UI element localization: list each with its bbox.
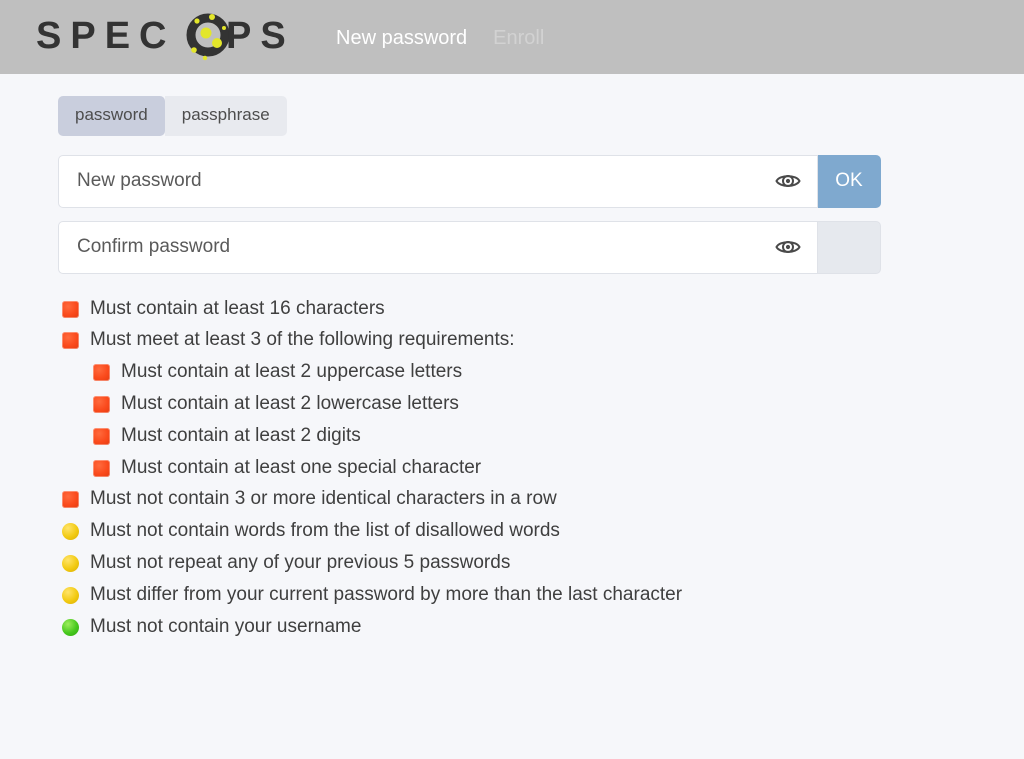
requirement-item: Must not contain your username: [62, 616, 1024, 639]
requirement-item: Must contain at least 16 characters: [62, 298, 1024, 321]
status-fail-icon: [93, 395, 110, 413]
new-password-row: OK: [58, 154, 881, 208]
tab-password[interactable]: password: [58, 96, 165, 136]
eye-icon: [775, 241, 801, 254]
new-password-input-wrap[interactable]: [58, 154, 818, 208]
main-content: password passphrase OK: [0, 74, 1024, 638]
app-header: SPEC PS New password Enroll: [0, 0, 1024, 74]
status-fail-icon: [62, 300, 79, 318]
requirement-label: Must meet at least 3 of the following re…: [90, 329, 515, 351]
requirement-label: Must contain at least one special charac…: [121, 456, 482, 478]
new-password-ok-button[interactable]: OK: [818, 154, 881, 208]
svg-text:PS: PS: [226, 15, 295, 57]
specops-logo-svg: SPEC PS: [36, 13, 295, 61]
confirm-password-row: [58, 220, 881, 274]
status-pass-icon: [62, 618, 79, 636]
requirement-label: Must not contain words from the list of …: [90, 520, 560, 542]
requirement-label: Must not repeat any of your previous 5 p…: [90, 552, 511, 574]
requirement-item: Must not contain words from the list of …: [62, 520, 1024, 543]
requirement-item: Must not repeat any of your previous 5 p…: [62, 552, 1024, 575]
status-fail-icon: [93, 364, 110, 382]
requirement-label: Must contain at least 2 lowercase letter…: [121, 393, 459, 415]
eye-icon-new-password[interactable]: [773, 171, 803, 191]
status-warn-icon: [62, 586, 79, 604]
requirement-label: Must contain at least 2 digits: [121, 424, 361, 446]
requirement-item: Must not contain 3 or more identical cha…: [62, 488, 1024, 511]
requirement-item: Must contain at least 2 uppercase letter…: [93, 361, 1024, 384]
requirement-item: Must contain at least 2 lowercase letter…: [93, 393, 1024, 416]
mode-tabs: password passphrase: [58, 96, 1024, 136]
status-fail-icon: [62, 332, 79, 350]
status-warn-icon: [62, 554, 79, 572]
nav-link-enroll[interactable]: Enroll: [493, 27, 544, 50]
confirm-password-ok-button: [818, 220, 881, 274]
requirement-label: Must not contain 3 or more identical cha…: [90, 488, 557, 510]
confirm-password-input[interactable]: [75, 220, 773, 274]
requirement-label: Must contain at least 2 uppercase letter…: [121, 361, 463, 383]
requirement-item: Must differ from your current password b…: [62, 584, 1024, 607]
tab-passphrase[interactable]: passphrase: [164, 96, 287, 136]
eye-icon-confirm-password[interactable]: [773, 237, 803, 257]
svg-text:SPEC: SPEC: [36, 15, 175, 57]
header-nav: New password Enroll: [336, 27, 544, 50]
new-password-input[interactable]: [75, 154, 773, 208]
status-fail-icon: [93, 427, 110, 445]
requirement-item: Must meet at least 3 of the following re…: [62, 329, 1024, 352]
status-fail-icon: [93, 459, 110, 477]
requirement-label: Must differ from your current password b…: [90, 583, 683, 605]
nav-link-new-password[interactable]: New password: [336, 27, 467, 50]
requirement-item: Must contain at least one special charac…: [93, 457, 1024, 480]
status-warn-icon: [62, 523, 79, 541]
requirement-label: Must contain at least 16 characters: [90, 297, 385, 319]
confirm-password-input-wrap[interactable]: [58, 220, 818, 274]
password-requirements-list: Must contain at least 16 characters Must…: [62, 298, 1024, 639]
eye-icon: [775, 175, 801, 188]
status-fail-icon: [62, 491, 79, 509]
specops-logo: SPEC PS: [36, 11, 298, 63]
requirement-item: Must contain at least 2 digits: [93, 425, 1024, 448]
requirement-label: Must not contain your username: [90, 615, 362, 637]
